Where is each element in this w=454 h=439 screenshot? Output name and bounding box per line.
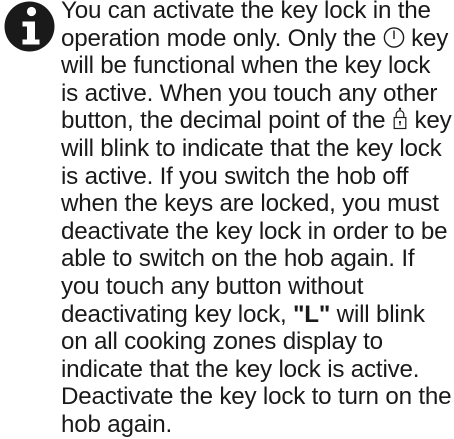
lock-icon xyxy=(392,107,408,131)
note-text-segment: key will blink to indicate that the key … xyxy=(61,107,452,328)
key-lock-note: You can activate the key lock in the ope… xyxy=(0,0,454,438)
power-icon xyxy=(383,25,405,49)
note-text-segment: You can activate the key lock in the ope… xyxy=(61,0,431,52)
note-text: You can activate the key lock in the ope… xyxy=(61,0,453,439)
bold-l-symbol: "L" xyxy=(293,300,331,328)
info-icon xyxy=(4,1,55,52)
